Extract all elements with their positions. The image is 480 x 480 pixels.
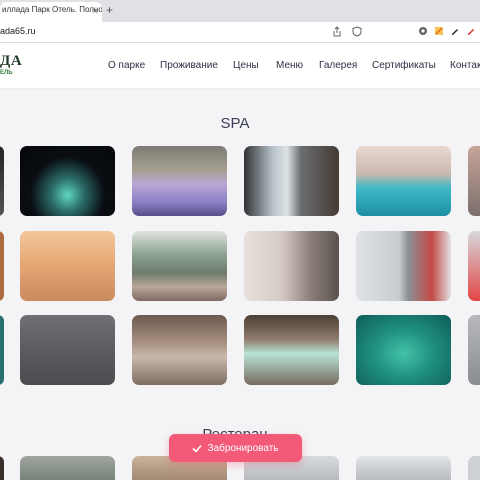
extension-gear-icon[interactable] — [418, 26, 428, 39]
spa-photo-spa-relax-room[interactable] — [20, 315, 115, 385]
restaurant-photo-4[interactable] — [356, 456, 451, 480]
spa-photo-sauna-woman-relaxing[interactable] — [244, 231, 339, 301]
check-icon — [192, 444, 203, 453]
spa-photo-outdoor-hot-tub-group[interactable] — [132, 231, 227, 301]
spa-photo-indoor-pool[interactable] — [356, 146, 451, 216]
logo[interactable]: ДА — [0, 53, 22, 70]
shield-icon[interactable] — [352, 26, 362, 40]
address-bar[interactable]: ada65.ru — [0, 22, 480, 43]
nav-item-accommodation[interactable]: Проживание — [160, 60, 218, 71]
spa-photo-edge-right-3[interactable] — [468, 315, 480, 385]
restaurant-photo-edge-right[interactable] — [468, 456, 480, 480]
restaurant-photo-1[interactable] — [20, 456, 115, 480]
book-button[interactable]: Забронировать — [169, 434, 302, 462]
spa-photo-spa-hall-windows[interactable] — [244, 146, 339, 216]
nav-item-about[interactable]: О парке — [108, 60, 145, 71]
extension-pen-icon[interactable] — [450, 26, 460, 39]
spa-photo-jacuzzi-indoor[interactable] — [132, 146, 227, 216]
spa-photo-edge-2[interactable] — [0, 231, 4, 301]
nav-item-menu[interactable]: Меню — [276, 60, 303, 71]
close-icon[interactable]: × — [93, 6, 98, 16]
spa-photo-sauna-benches[interactable] — [132, 315, 227, 385]
spa-photo-sauna-women[interactable] — [20, 231, 115, 301]
logo-subtitle: ЕЛЬ — [0, 70, 13, 76]
spa-photo-edge-right-1[interactable] — [468, 146, 480, 216]
section-title-spa: SPA — [220, 115, 250, 132]
nav-item-contacts[interactable]: Контакты — [450, 60, 480, 71]
site-header: ДА ЕЛЬ О парке Проживание Цены Меню Гале… — [0, 43, 480, 88]
nav-item-certificates[interactable]: Сертификаты — [372, 60, 436, 71]
restaurant-photo-edge[interactable] — [0, 456, 4, 480]
spa-photo-heated-loungers[interactable] — [356, 315, 451, 385]
spa-photo-outdoor-hot-tub-night[interactable] — [20, 146, 115, 216]
nav-item-prices[interactable]: Цены — [233, 60, 259, 71]
url-text[interactable]: ada65.ru — [0, 26, 36, 36]
spa-photo-sauna-lit-benches[interactable] — [244, 315, 339, 385]
extension-note-icon[interactable] — [434, 26, 444, 39]
book-button-label: Забронировать — [207, 442, 279, 454]
plus-icon[interactable]: + — [106, 3, 113, 17]
tab-title: иллада Парк Отель. Полноц — [2, 5, 102, 14]
browser-tab-bar: иллада Парк Отель. Полноц × + — [0, 0, 480, 22]
share-icon[interactable] — [332, 26, 342, 40]
extension-pencil-icon[interactable] — [466, 26, 476, 39]
spa-photo-locker-corridor[interactable] — [356, 231, 451, 301]
spa-photo-edge-right-2[interactable] — [468, 231, 480, 301]
nav-item-gallery[interactable]: Галерея — [319, 60, 357, 71]
spa-photo-edge-3[interactable] — [0, 315, 4, 385]
spa-photo-edge[interactable] — [0, 146, 4, 216]
browser-tab[interactable]: иллада Парк Отель. Полноц × — [0, 2, 102, 22]
